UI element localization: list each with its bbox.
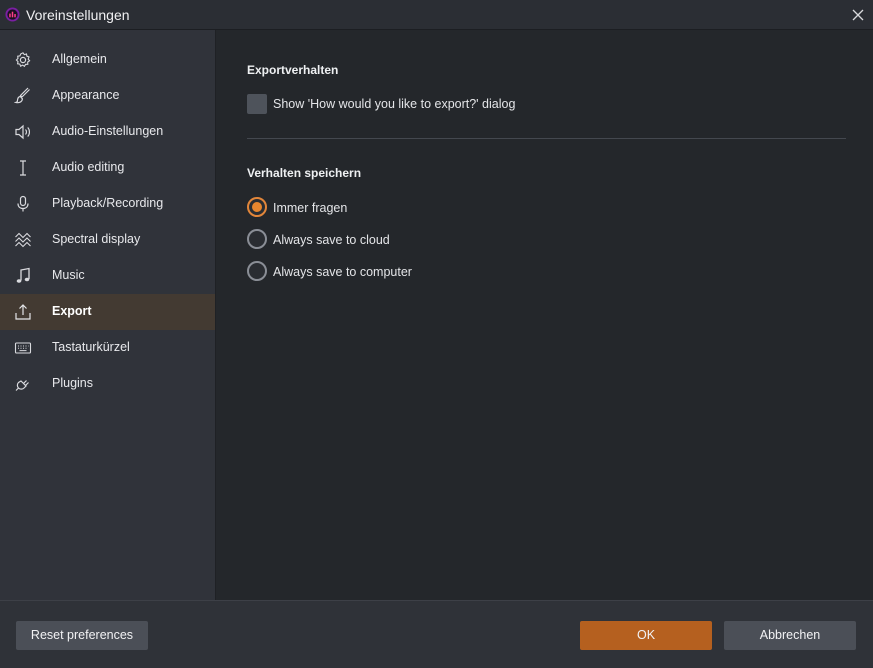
dialog-footer: Reset preferences OK Abbrechen: [0, 600, 873, 668]
sidebar-item-label: Music: [52, 268, 85, 282]
sidebar-item-label: Allgemein: [52, 52, 107, 66]
text-cursor-icon: [14, 159, 32, 177]
section-title-export-behavior: Exportverhalten: [247, 63, 339, 77]
radio-label-always-ask[interactable]: Immer fragen: [273, 201, 347, 215]
sidebar-item-music[interactable]: Music: [0, 258, 215, 294]
radio-save-to-computer[interactable]: [247, 261, 267, 281]
title-bar: Voreinstellungen: [0, 0, 873, 30]
cancel-button[interactable]: Abbrechen: [724, 621, 856, 650]
export-settings-panel: Exportverhalten Show 'How would you like…: [216, 30, 873, 600]
sidebar-item-label: Spectral display: [52, 232, 141, 246]
keyboard-icon: [14, 339, 32, 357]
sidebar: Allgemein Appearance Audio-Einstellungen…: [0, 30, 216, 600]
section-divider: [247, 138, 846, 139]
sidebar-item-label: Playback/Recording: [52, 196, 164, 210]
radio-label-save-to-computer[interactable]: Always save to computer: [273, 265, 412, 279]
sidebar-item-tastaturkuerzel[interactable]: Tastaturkürzel: [0, 330, 215, 366]
sidebar-item-export[interactable]: Export: [0, 294, 215, 330]
sidebar-item-label: Plugins: [52, 376, 93, 390]
reset-preferences-button[interactable]: Reset preferences: [16, 621, 148, 650]
close-icon: [852, 9, 864, 21]
sidebar-item-allgemein[interactable]: Allgemein: [0, 42, 215, 78]
export-dialog-checkbox-label[interactable]: Show 'How would you like to export?' dia…: [273, 97, 515, 111]
section-title-save-behavior: Verhalten speichern: [247, 166, 362, 180]
close-window-button[interactable]: [847, 4, 869, 26]
waves-icon: [14, 231, 32, 249]
speaker-icon: [14, 123, 32, 141]
sidebar-item-label: Appearance: [52, 88, 120, 102]
export-icon: [14, 303, 32, 321]
sidebar-item-playback-recording[interactable]: Playback/Recording: [0, 186, 215, 222]
sidebar-item-audio-einstellungen[interactable]: Audio-Einstellungen: [0, 114, 215, 150]
music-note-icon: [14, 267, 32, 285]
app-logo-icon: [5, 7, 20, 22]
sidebar-item-label: Audio editing: [52, 160, 125, 174]
window-title: Voreinstellungen: [26, 7, 130, 23]
export-dialog-checkbox[interactable]: [247, 94, 267, 114]
sidebar-item-label: Audio-Einstellungen: [52, 124, 164, 138]
gear-icon: [14, 51, 32, 69]
radio-label-save-to-cloud[interactable]: Always save to cloud: [273, 233, 390, 247]
sidebar-item-plugins[interactable]: Plugins: [0, 366, 215, 402]
sidebar-item-spectral-display[interactable]: Spectral display: [0, 222, 215, 258]
sidebar-item-audio-editing[interactable]: Audio editing: [0, 150, 215, 186]
plug-icon: [14, 375, 32, 393]
sidebar-item-appearance[interactable]: Appearance: [0, 78, 215, 114]
radio-always-ask[interactable]: [247, 197, 267, 217]
ok-button[interactable]: OK: [580, 621, 712, 650]
radio-save-to-cloud[interactable]: [247, 229, 267, 249]
microphone-icon: [14, 195, 32, 213]
sidebar-item-label: Export: [52, 304, 92, 318]
sidebar-item-label: Tastaturkürzel: [52, 340, 130, 354]
brush-icon: [14, 87, 32, 105]
